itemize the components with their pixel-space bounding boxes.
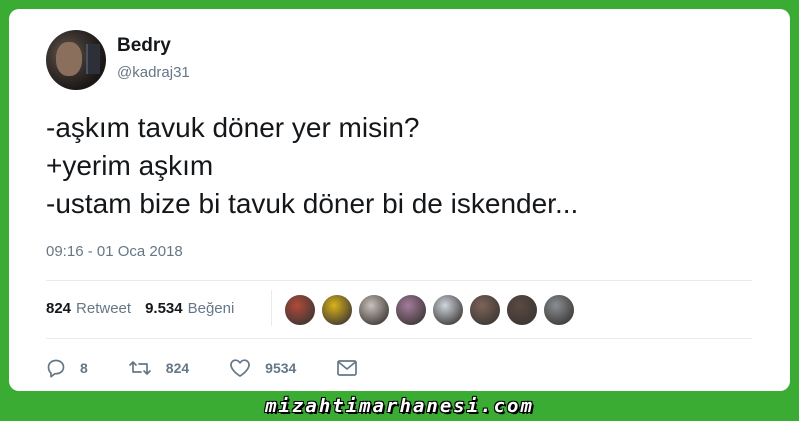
liker-avatar[interactable] bbox=[469, 294, 501, 326]
like-button[interactable]: 9534 bbox=[229, 358, 296, 378]
reply-count: 8 bbox=[80, 360, 88, 376]
like-stat-label: Beğeni bbox=[187, 300, 235, 317]
like-stat-count: 9.534 bbox=[145, 300, 183, 317]
liker-avatar[interactable] bbox=[321, 294, 353, 326]
user-handle[interactable]: @kadraj31 bbox=[117, 64, 190, 81]
retweet-stat[interactable]: 824 Retweet bbox=[46, 300, 131, 317]
liker-avatar[interactable] bbox=[432, 294, 464, 326]
mail-icon bbox=[337, 360, 358, 376]
divider bbox=[46, 280, 752, 281]
retweet-stat-count: 824 bbox=[46, 300, 72, 317]
liker-avatar[interactable] bbox=[358, 294, 390, 326]
reply-button[interactable]: 8 bbox=[46, 358, 88, 378]
liker-avatar[interactable] bbox=[284, 294, 316, 326]
tweet-card: Bedry @kadraj31 -aşkım tavuk döner yer m… bbox=[9, 9, 790, 391]
retweet-button[interactable]: 824 bbox=[128, 358, 189, 378]
engagement-stats: 824 Retweet 9.534 Beğeni bbox=[46, 300, 248, 317]
user-name[interactable]: Bedry bbox=[117, 35, 171, 57]
avatar-background bbox=[86, 44, 100, 74]
retweet-stat-label: Retweet bbox=[76, 300, 132, 317]
liker-avatars bbox=[284, 294, 580, 326]
tweet-timestamp[interactable]: 09:16 - 01 Oca 2018 bbox=[46, 243, 183, 260]
watermark: mizahtimarhanesi.com bbox=[265, 395, 534, 417]
direct-message-button[interactable] bbox=[336, 359, 372, 377]
retweet-count: 824 bbox=[165, 360, 190, 376]
heart-icon bbox=[230, 359, 251, 377]
divider bbox=[46, 338, 752, 339]
like-count: 9534 bbox=[265, 360, 297, 376]
liker-avatar[interactable] bbox=[395, 294, 427, 326]
reply-icon bbox=[47, 359, 65, 378]
stats-separator bbox=[271, 290, 272, 326]
tweet-text: -aşkım tavuk döner yer misin? +yerim aşk… bbox=[46, 112, 579, 219]
avatar-face bbox=[56, 42, 82, 76]
liker-avatar[interactable] bbox=[543, 294, 575, 326]
liker-avatar[interactable] bbox=[506, 294, 538, 326]
like-stat[interactable]: 9.534 Beğeni bbox=[145, 300, 234, 317]
avatar[interactable] bbox=[46, 30, 106, 90]
tweet-actions: 8 824 9534 bbox=[46, 358, 372, 378]
retweet-icon bbox=[128, 361, 151, 375]
